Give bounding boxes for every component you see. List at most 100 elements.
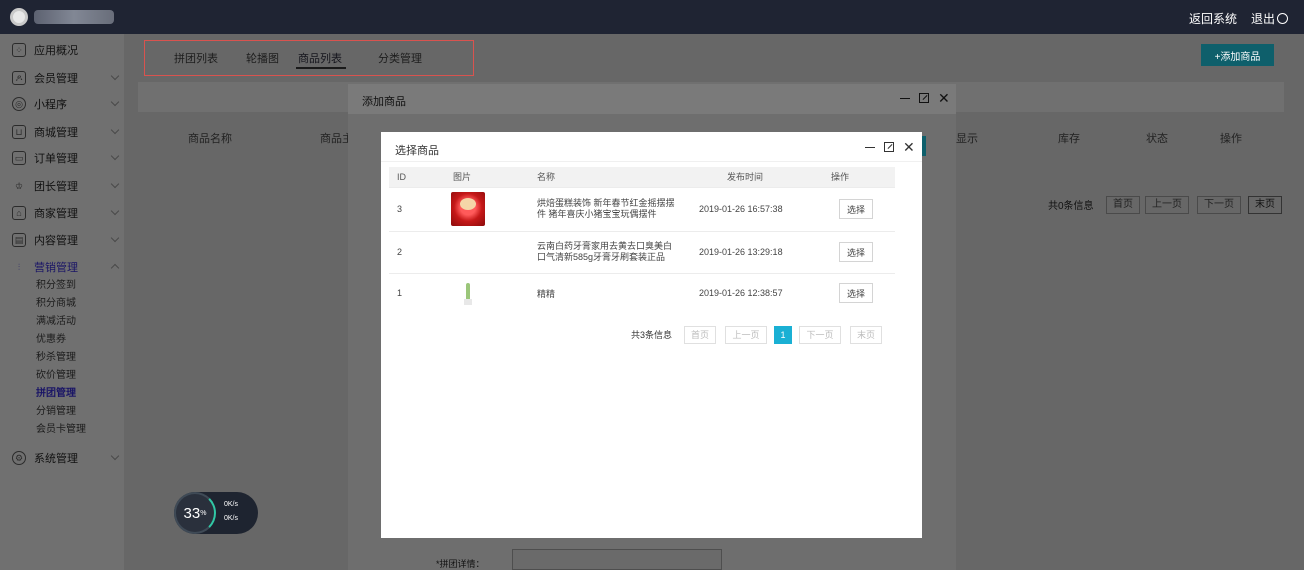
dialog-header: 选择商品 ✕ <box>381 132 922 162</box>
top-bar: 返回系统 退出 <box>0 0 1304 34</box>
tab-product-list[interactable]: 商品列表 <box>298 50 342 66</box>
sidebar-item-leaders[interactable]: ♔ 团长管理 <box>0 174 124 198</box>
back-to-system-link[interactable]: 返回系统 <box>1189 10 1237 27</box>
chevron-down-icon <box>110 179 120 189</box>
chevron-down-icon <box>110 206 120 216</box>
tab-group-list[interactable]: 拼团列表 <box>174 50 218 66</box>
select-button[interactable]: 选择 <box>839 199 873 219</box>
sidebar-item-label: 系统管理 <box>34 453 78 465</box>
product-name: 云南白药牙膏家用去黄去口臭美白口气清新585g牙膏牙刷套装正品 <box>531 230 681 273</box>
chevron-down-icon <box>110 97 120 107</box>
select-button[interactable]: 选择 <box>839 283 873 304</box>
dialog-window-controls: ✕ <box>900 91 950 105</box>
select-product-dialog: 选择商品 ✕ ID 图片 名称 发布时间 操作 3 烘焙蛋糕装饰 新年春节红金摇… <box>381 132 922 538</box>
pager-first-button[interactable]: 首页 <box>1106 196 1140 214</box>
dialog-title: 选择商品 <box>395 145 439 157</box>
network-speed-widget[interactable]: 33% 0K/s 0K/s <box>174 492 258 534</box>
table-header-row: ID 图片 名称 发布时间 操作 <box>389 167 895 187</box>
pager-count: 共0条信息 <box>1048 201 1094 212</box>
table-row: 1 精精 2019-01-26 12:38:57 选择 <box>389 272 895 313</box>
sidebar-item-marketing[interactable]: ⫶ 营销管理 <box>0 255 124 279</box>
sidebar-sub-seckill[interactable]: 秒杀管理 <box>36 349 76 367</box>
sidebar-sub-distribution[interactable]: 分销管理 <box>36 403 76 421</box>
sidebar-item-miniapp[interactable]: ◎ 小程序 <box>0 92 124 116</box>
column-header: 显示 <box>956 133 978 145</box>
row-id: 2 <box>389 230 445 273</box>
pager-last-button[interactable]: 末页 <box>1248 196 1282 214</box>
sidebar-item-label: 应用概况 <box>34 45 78 57</box>
sidebar-item-orders[interactable]: ▭ 订单管理 <box>0 146 124 170</box>
column-header: 商品名称 <box>188 133 232 145</box>
minimize-icon[interactable] <box>900 97 910 99</box>
sidebar-item-content[interactable]: ▤ 内容管理 <box>0 228 124 252</box>
sidebar-sub-coupon[interactable]: 优惠券 <box>36 331 66 349</box>
download-speed: 0K/s <box>224 515 239 522</box>
product-table: ID 图片 名称 发布时间 操作 3 烘焙蛋糕装饰 新年春节红金摇摆摆件 猪年喜… <box>389 167 895 313</box>
sidebar-sub-discount[interactable]: 满减活动 <box>36 313 76 331</box>
upload-speed: 0K/s <box>224 501 239 508</box>
sidebar-item-overview[interactable]: ⁘ 应用概况 <box>0 38 124 62</box>
pager-first-button[interactable]: 首页 <box>684 326 716 344</box>
add-product-button[interactable]: +添加商品 <box>1201 44 1274 66</box>
users-icon: ዶ <box>12 71 26 85</box>
active-tab-indicator <box>296 67 346 69</box>
column-header: ID <box>389 167 445 187</box>
row-id: 1 <box>389 272 445 313</box>
chevron-down-icon <box>110 71 120 81</box>
pager-prev-button[interactable]: 上一页 <box>1145 196 1189 214</box>
column-header: 状态 <box>1146 133 1168 145</box>
pager-last-button[interactable]: 末页 <box>850 326 882 344</box>
minimize-icon[interactable] <box>865 146 875 148</box>
store-icon: ⌂ <box>12 206 26 220</box>
pager-current-page[interactable]: 1 <box>774 326 792 344</box>
order-icon: ▭ <box>12 151 26 165</box>
sidebar-sub-checkin[interactable]: 积分签到 <box>36 277 76 295</box>
pager-count: 共3条信息 <box>631 330 673 340</box>
chevron-down-icon <box>110 233 120 243</box>
pager-next-button[interactable]: 下一页 <box>799 326 841 344</box>
dialog-header: 添加商品 ✕ <box>348 84 956 114</box>
sidebar-sub-member-card[interactable]: 会员卡管理 <box>36 421 86 439</box>
maximize-icon[interactable] <box>919 93 929 103</box>
dialog-accent-strip <box>922 136 926 156</box>
sidebar-item-members[interactable]: ዶ 会员管理 <box>0 66 124 90</box>
column-header: 名称 <box>531 167 681 187</box>
column-header: 库存 <box>1058 133 1080 145</box>
chevron-down-icon <box>110 151 120 161</box>
sidebar-sub-group-buy[interactable]: 拼团管理 <box>36 385 76 403</box>
publish-time: 2019-01-26 12:38:57 <box>681 272 811 313</box>
marketing-icon: ⫶ <box>17 261 21 272</box>
close-icon[interactable]: ✕ <box>938 91 950 105</box>
publish-time: 2019-01-26 16:57:38 <box>681 186 811 231</box>
sidebar-item-label: 商家管理 <box>34 208 78 220</box>
close-icon[interactable]: ✕ <box>903 140 915 154</box>
grid-icon: ⁘ <box>12 43 26 57</box>
exit-link[interactable]: 退出 <box>1251 10 1288 27</box>
sidebar-sub-points-mall[interactable]: 积分商城 <box>36 295 76 313</box>
sidebar-item-label: 会员管理 <box>34 73 78 85</box>
select-button[interactable]: 选择 <box>839 242 873 262</box>
product-name: 精精 <box>531 272 681 313</box>
sidebar-item-system[interactable]: ⚙ 系统管理 <box>0 446 124 470</box>
maximize-icon[interactable] <box>884 142 894 152</box>
memory-gauge: 33% <box>174 492 216 534</box>
sidebar-sub-bargain[interactable]: 砍价管理 <box>36 367 76 385</box>
column-header: 操作 <box>811 167 895 187</box>
dialog-title: 添加商品 <box>362 96 406 108</box>
sidebar-item-label: 订单管理 <box>34 153 78 165</box>
column-header: 图片 <box>445 167 531 187</box>
tab-category[interactable]: 分类管理 <box>378 50 422 66</box>
row-id: 3 <box>389 186 445 231</box>
app-name-blurred <box>34 10 114 24</box>
pager-next-button[interactable]: 下一页 <box>1197 196 1241 214</box>
cart-icon: ⊔ <box>12 125 26 139</box>
pager-prev-button[interactable]: 上一页 <box>725 326 767 344</box>
tab-carousel[interactable]: 轮播图 <box>246 50 279 66</box>
sidebar-item-mall[interactable]: ⊔ 商城管理 <box>0 120 124 144</box>
table-row: 2 云南白药牙膏家用去黄去口臭美白口气清新585g牙膏牙刷套装正品 2019-0… <box>389 230 895 273</box>
crown-icon: ♔ <box>14 180 24 191</box>
chevron-up-icon <box>110 263 120 273</box>
sidebar-item-label: 团长管理 <box>34 181 78 193</box>
group-detail-label: *拼团详情： <box>436 559 485 569</box>
sidebar-item-merchants[interactable]: ⌂ 商家管理 <box>0 201 124 225</box>
